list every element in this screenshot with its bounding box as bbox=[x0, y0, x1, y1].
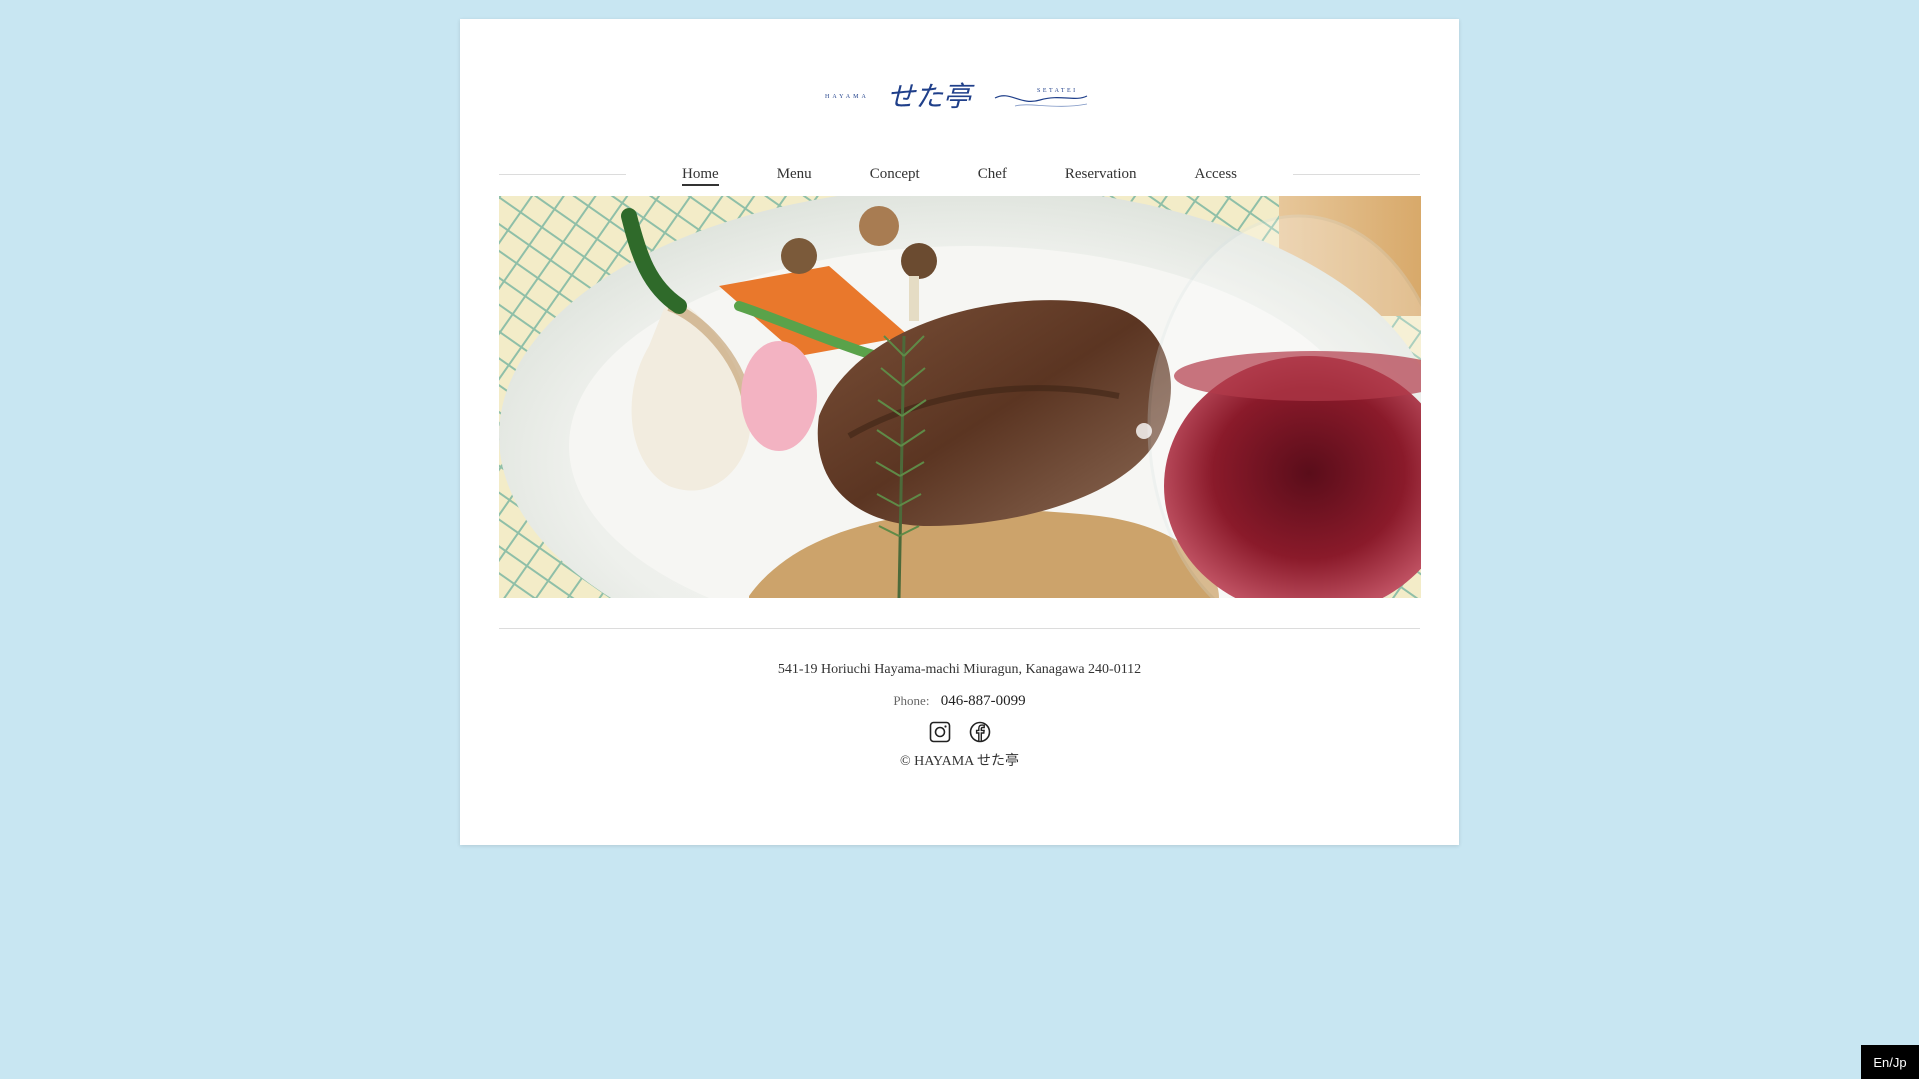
logo-main-text: せた亭 bbox=[887, 80, 975, 113]
copyright-text: © HAYAMA せた亭 bbox=[899, 754, 1020, 769]
language-toggle-button[interactable]: En/Jp bbox=[1861, 1045, 1919, 1079]
hero-image bbox=[499, 196, 1421, 598]
nav-item-chef[interactable]: Chef bbox=[978, 165, 1007, 183]
nav-item-menu[interactable]: Menu bbox=[777, 165, 812, 183]
facebook-icon[interactable] bbox=[969, 721, 991, 743]
phone-row: Phone: 046-887-0099 bbox=[460, 690, 1459, 712]
site-logo[interactable]: HAYAMA せた亭 SETATEI bbox=[460, 71, 1459, 123]
instagram-icon[interactable] bbox=[929, 721, 951, 743]
nav-item-concept[interactable]: Concept bbox=[870, 165, 920, 183]
nav-list: Home Menu Concept Chef Reservation Acces… bbox=[682, 165, 1237, 186]
nav-item-access[interactable]: Access bbox=[1195, 165, 1237, 183]
nav-rule-left bbox=[499, 173, 627, 175]
nav-link-home[interactable]: Home bbox=[682, 166, 719, 186]
phone-number[interactable]: 046-887-0099 bbox=[941, 693, 1026, 709]
main-nav: Home Menu Concept Chef Reservation Acces… bbox=[499, 145, 1421, 203]
logo-right-text: SETATEI bbox=[1037, 88, 1078, 94]
address-text: 541-19 Horiuchi Hayama-machi Miuragun, K… bbox=[777, 662, 1142, 677]
site-footer: 541-19 Horiuchi Hayama-machi Miuragun, K… bbox=[460, 659, 1459, 770]
page-card: HAYAMA せた亭 SETATEI Home Menu Concept Che… bbox=[460, 19, 1459, 845]
nav-link-menu[interactable]: Menu bbox=[777, 166, 812, 184]
logo-mark: HAYAMA せた亭 SETATEI bbox=[825, 80, 1087, 113]
nav-link-access[interactable]: Access bbox=[1195, 166, 1237, 184]
hero-food-illustration bbox=[499, 196, 1421, 598]
phone-label: Phone: bbox=[893, 693, 930, 708]
nav-item-reservation[interactable]: Reservation bbox=[1065, 165, 1137, 183]
logo-left-text: HAYAMA bbox=[825, 94, 869, 100]
nav-rule-right bbox=[1293, 173, 1421, 175]
logo-wave-icon bbox=[994, 95, 1087, 102]
social-links bbox=[460, 721, 1459, 743]
nav-link-chef[interactable]: Chef bbox=[978, 166, 1007, 184]
nav-link-reservation[interactable]: Reservation bbox=[1065, 166, 1137, 184]
nav-item-home[interactable]: Home bbox=[682, 165, 719, 186]
footer-divider bbox=[499, 628, 1420, 629]
nav-link-concept[interactable]: Concept bbox=[870, 166, 920, 184]
